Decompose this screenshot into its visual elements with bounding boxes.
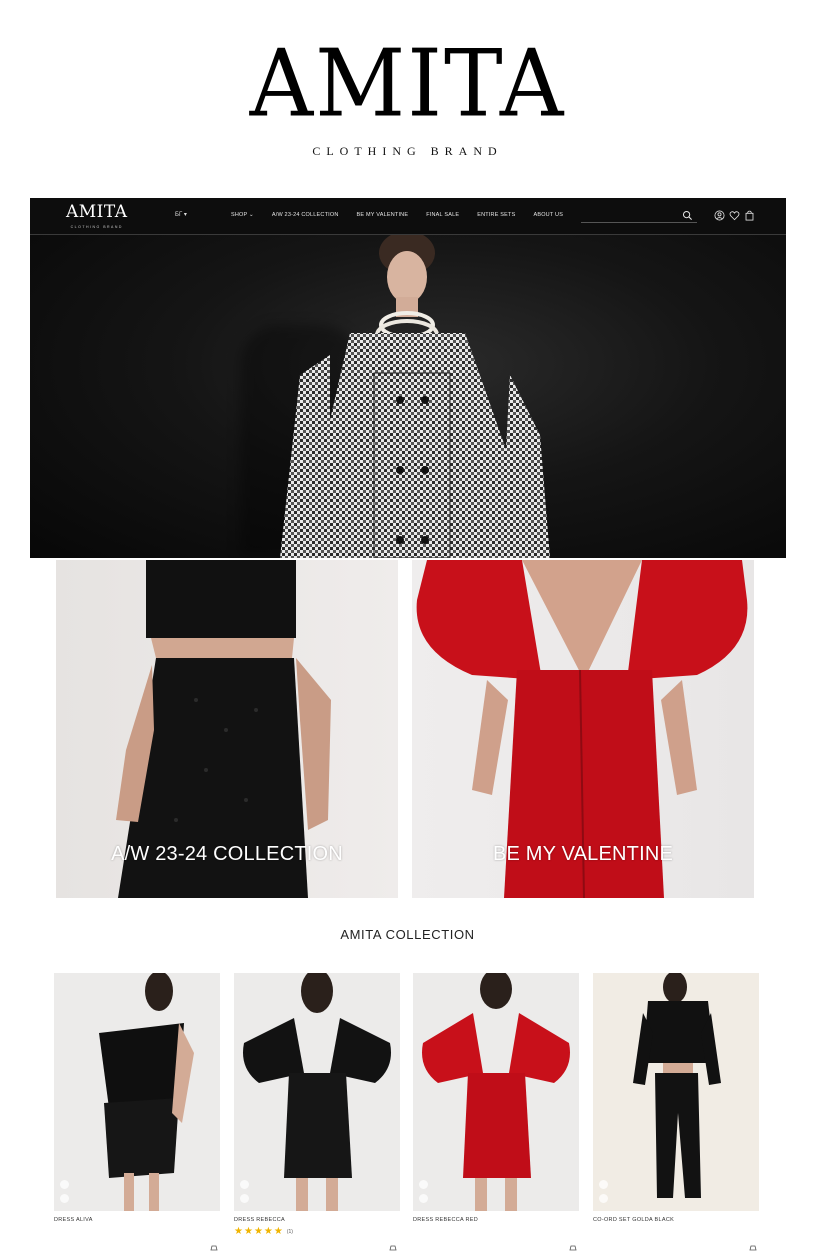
product-actions <box>60 1180 69 1203</box>
nav-item-shop[interactable]: SHOP ⌄ <box>231 212 254 218</box>
nav-logo[interactable]: AMITA CLOTHING BRAND <box>66 202 128 230</box>
search-icon[interactable] <box>682 210 693 221</box>
brand-logo: AMITA CLOTHING BRAND <box>0 29 815 159</box>
star-icon: ★ <box>253 1226 263 1237</box>
add-to-cart-icon[interactable] <box>569 1244 577 1251</box>
chevron-down-icon: ⌄ <box>247 212 254 218</box>
star-icon: ★ <box>263 1226 273 1237</box>
quick-view-icon[interactable] <box>240 1180 249 1189</box>
nav-item-about-us[interactable]: ABOUT US <box>533 212 563 218</box>
nav-logo-tagline: CLOTHING BRAND <box>70 225 123 229</box>
star-icon: ★ <box>273 1226 283 1237</box>
product-actions <box>599 1180 608 1203</box>
review-count: (1) <box>286 1229 293 1235</box>
product-card[interactable]: DRESS REBECCA ★ ★ ★ ★ ★ (1) <box>234 973 400 1237</box>
product-card[interactable]: CO-ORD SET GOLDA BLACK <box>593 973 759 1223</box>
collection-tile-valentine[interactable]: BE MY VALENTINE <box>412 560 754 898</box>
collection-label-aw: A/W 23-24 COLLECTION <box>111 843 343 865</box>
nav-item-final-sale[interactable]: FINAL SALE <box>426 212 459 218</box>
language-selector[interactable]: БГ ▾ <box>175 211 187 218</box>
chevron-down-icon: ▾ <box>183 212 187 218</box>
bag-icon[interactable] <box>744 210 755 221</box>
star-icon: ★ <box>243 1226 253 1237</box>
nav-item-aw-collection[interactable]: A/W 23-24 COLLECTION <box>272 212 339 218</box>
product-image[interactable] <box>54 973 220 1211</box>
hero-banner[interactable] <box>30 235 786 558</box>
collection-label-valentine: BE MY VALENTINE <box>492 843 674 865</box>
product-name[interactable]: DRESS REBECCA <box>234 1217 400 1223</box>
section-title: AMITA COLLECTION <box>340 927 475 942</box>
brand-tagline: CLOTHING BRAND <box>312 144 503 158</box>
language-label: БГ <box>175 212 183 218</box>
wishlist-icon[interactable] <box>599 1194 608 1203</box>
nav-item-entire-sets[interactable]: ENTIRE SETS <box>477 212 515 218</box>
quick-view-icon[interactable] <box>60 1180 69 1189</box>
star-icon: ★ <box>234 1226 243 1237</box>
product-name[interactable]: CO-ORD SET GOLDA BLACK <box>593 1217 759 1223</box>
product-name[interactable]: DRESS REBECCA RED <box>413 1217 579 1223</box>
collection-tile-aw[interactable]: A/W 23-24 COLLECTION <box>56 560 398 898</box>
product-actions <box>419 1180 428 1203</box>
site-preview: AMITA CLOTHING BRAND БГ ▾ SHOP ⌄ A/W 23-… <box>30 198 786 558</box>
wishlist-icon[interactable] <box>240 1194 249 1203</box>
quick-view-icon[interactable] <box>419 1180 428 1189</box>
heart-icon[interactable] <box>729 210 740 221</box>
account-icon[interactable] <box>714 210 725 221</box>
brand-name: AMITA <box>249 29 566 138</box>
product-card[interactable]: DRESS ALIVA <box>54 973 220 1223</box>
product-image[interactable] <box>234 973 400 1211</box>
quick-view-icon[interactable] <box>599 1180 608 1189</box>
add-to-cart-icon[interactable] <box>389 1244 397 1251</box>
search-field[interactable] <box>581 210 697 228</box>
hero-model-image <box>280 235 550 558</box>
navbar: AMITA CLOTHING BRAND БГ ▾ SHOP ⌄ A/W 23-… <box>30 198 786 235</box>
product-name[interactable]: DRESS ALIVA <box>54 1217 220 1223</box>
product-image[interactable] <box>413 973 579 1211</box>
product-card[interactable]: DRESS REBECCA RED <box>413 973 579 1223</box>
wishlist-icon[interactable] <box>60 1194 69 1203</box>
add-to-cart-icon[interactable] <box>210 1244 218 1251</box>
nav-logo-name: AMITA <box>66 202 128 222</box>
product-rating: ★ ★ ★ ★ ★ (1) <box>234 1227 400 1237</box>
add-to-cart-icon[interactable] <box>749 1244 757 1251</box>
product-image[interactable] <box>593 973 759 1211</box>
search-input[interactable] <box>581 216 697 228</box>
nav-item-be-my-valentine[interactable]: BE MY VALENTINE <box>357 212 409 218</box>
main-nav: SHOP ⌄ A/W 23-24 COLLECTION BE MY VALENT… <box>231 212 563 218</box>
product-actions <box>240 1180 249 1203</box>
wishlist-icon[interactable] <box>419 1194 428 1203</box>
